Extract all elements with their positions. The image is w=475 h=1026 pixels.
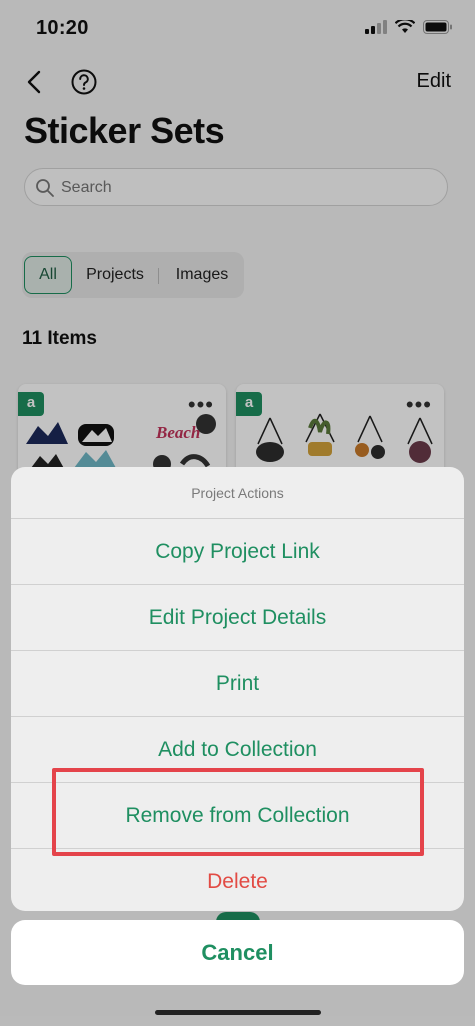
edit-project-details-button[interactable]: Edit Project Details: [11, 585, 464, 651]
home-indicator: [155, 1010, 321, 1015]
print-button[interactable]: Print: [11, 651, 464, 717]
app-screen: 10:20 Edit Sticker Sets Search All Proje…: [0, 0, 475, 1026]
cancel-button[interactable]: Cancel: [11, 920, 464, 985]
delete-button[interactable]: Delete: [11, 849, 464, 911]
action-sheet-title: Project Actions: [11, 467, 464, 519]
copy-project-link-button[interactable]: Copy Project Link: [11, 519, 464, 585]
highlight-box: [52, 768, 424, 856]
